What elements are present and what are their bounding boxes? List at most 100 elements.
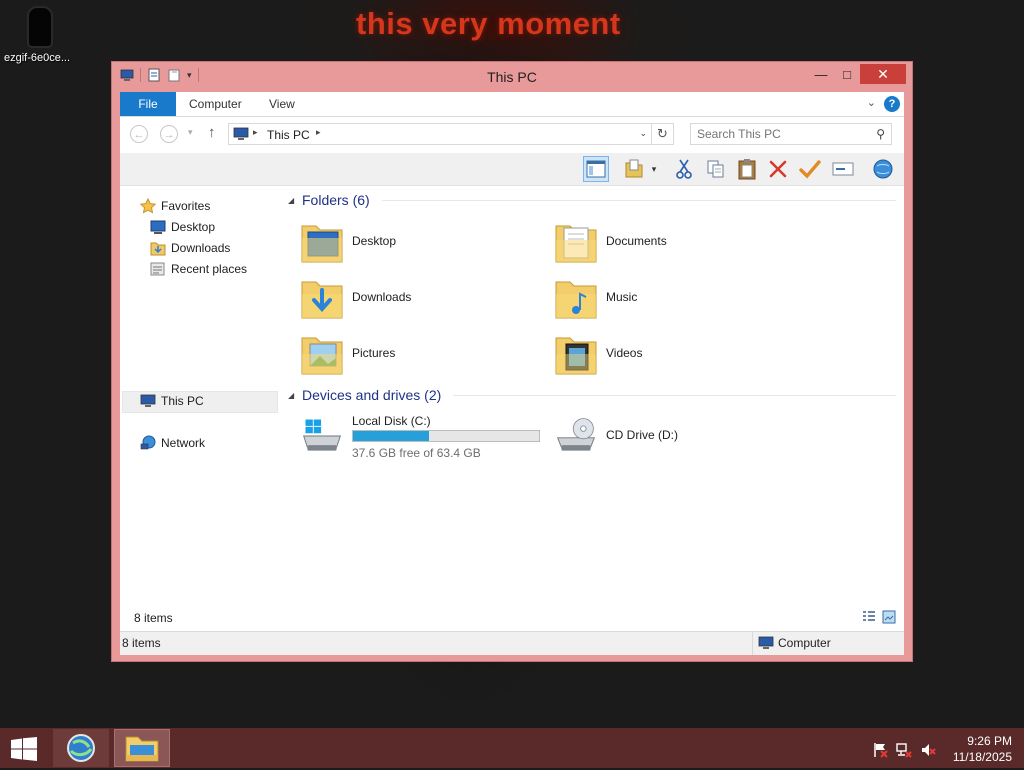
nav-downloads[interactable]: Downloads <box>150 238 230 258</box>
nav-favorites-label: Favorites <box>161 199 211 213</box>
large-icons-view-icon[interactable] <box>882 610 896 624</box>
help-icon[interactable]: ? <box>884 96 900 112</box>
folder-tile-pictures[interactable]: Pictures <box>300 330 550 382</box>
content-area: ◢ Folders (6) Desktop Documents Download… <box>288 186 896 626</box>
scissors-icon <box>676 159 692 179</box>
close-button[interactable]: ✕ <box>860 64 906 84</box>
address-bar[interactable]: ▸ This PC ▸ ⌄ <box>228 123 652 145</box>
network-drive-button[interactable] <box>870 156 896 182</box>
drives-group-label: Devices and drives (2) <box>302 387 442 403</box>
taskbar: 9:26 PM 11/18/2025 <box>0 728 1024 768</box>
folder-options-dropdown-icon[interactable]: ▾ <box>648 156 660 182</box>
up-button[interactable]: ↑ <box>208 124 216 141</box>
start-button[interactable] <box>10 737 38 761</box>
breadcrumb-chevron-icon[interactable]: ▸ <box>316 127 321 138</box>
back-button[interactable]: ← <box>130 125 148 143</box>
nav-favorites[interactable]: Favorites <box>140 196 210 216</box>
downloads-folder-icon <box>150 240 166 256</box>
nav-recent-places[interactable]: Recent places <box>150 259 247 279</box>
search-input[interactable] <box>697 127 867 141</box>
folder-options-button[interactable] <box>622 156 648 182</box>
nav-network-label: Network <box>161 436 206 450</box>
folder-tile-downloads[interactable]: Downloads <box>300 274 550 326</box>
collapse-arrow-icon[interactable]: ◢ <box>288 391 296 400</box>
tab-view[interactable]: View <box>269 92 295 116</box>
copy-icon <box>707 160 724 178</box>
cd-drive-icon <box>556 418 596 451</box>
desktop-icon-label: ezgif-6e0ce... <box>4 52 71 64</box>
network-status-icon[interactable] <box>896 742 912 758</box>
delete-button[interactable] <box>765 156 791 182</box>
rename-button[interactable] <box>830 156 856 182</box>
drive-name: CD Drive (D:) <box>606 428 678 442</box>
desktop-icon-ezgif[interactable]: ezgif-6e0ce... <box>4 8 76 64</box>
recent-places-icon <box>150 261 166 277</box>
folder-tile-music[interactable]: Music <box>554 274 804 326</box>
action-center-flag-icon[interactable] <box>872 742 888 758</box>
folder-name: Downloads <box>352 290 412 304</box>
minimize-button[interactable]: — <box>808 64 834 84</box>
recent-locations-icon[interactable]: ▾ <box>188 127 193 138</box>
system-tray <box>872 742 936 758</box>
volume-muted-icon[interactable] <box>920 742 936 758</box>
taskbar-app-file-explorer[interactable] <box>114 729 170 767</box>
copy-button[interactable] <box>703 156 729 182</box>
clock-date: 11/18/2025 <box>952 750 1012 764</box>
music-folder-icon <box>555 281 597 319</box>
clock[interactable]: 9:26 PM 11/18/2025 <box>953 733 1012 765</box>
pictures-folder-icon <box>301 337 343 375</box>
folders-group-header[interactable]: ◢ Folders (6) <box>288 192 896 208</box>
computer-icon <box>758 636 774 649</box>
downloads-folder-icon <box>301 281 343 319</box>
folder-options-icon <box>625 159 643 178</box>
tab-file[interactable]: File <box>120 92 176 116</box>
details-view-icon[interactable] <box>862 610 876 624</box>
folder-tile-videos[interactable]: Videos <box>554 330 804 382</box>
refresh-button[interactable]: ↻ <box>652 123 674 145</box>
collapse-arrow-icon[interactable]: ◢ <box>288 196 296 205</box>
view-switcher <box>862 610 896 624</box>
drive-tile-local-disk[interactable]: Local Disk (C:) 37.6 GB free of 63.4 GB <box>300 412 550 464</box>
nav-network[interactable]: Network <box>140 433 205 453</box>
breadcrumb-chevron-icon[interactable]: ▸ <box>253 127 258 138</box>
preview-pane-button[interactable] <box>583 156 609 182</box>
nav-this-pc[interactable]: This PC <box>140 391 204 411</box>
window-title: This PC <box>487 69 537 85</box>
window-client: File Computer View ⌄ ? ← → ▾ ↑ ▸ This PC… <box>120 92 904 655</box>
documents-folder-icon <box>555 225 597 263</box>
desktop-folder-icon <box>301 225 343 263</box>
taskbar-app-browser[interactable] <box>53 729 109 767</box>
paste-button[interactable] <box>734 156 760 182</box>
cut-button[interactable] <box>671 156 697 182</box>
address-dropdown-icon[interactable]: ⌄ <box>639 128 647 139</box>
tab-computer[interactable]: Computer <box>189 92 242 116</box>
delete-icon <box>769 160 787 178</box>
folder-tile-desktop[interactable]: Desktop <box>300 218 550 270</box>
window-controls: — □ ✕ <box>808 64 906 84</box>
drive-tile-cd[interactable]: CD Drive (D:) <box>554 412 804 464</box>
item-count: 8 items <box>134 611 173 625</box>
breadcrumb-this-pc[interactable]: This PC <box>267 128 310 142</box>
title-bar[interactable]: ▾ This PC — □ ✕ <box>112 62 912 92</box>
nav-desktop[interactable]: Desktop <box>150 217 215 237</box>
videos-folder-icon <box>555 337 597 375</box>
nav-downloads-label: Downloads <box>171 241 231 255</box>
forward-button[interactable]: → <box>160 125 178 143</box>
search-icon[interactable]: ⚲ <box>876 127 885 141</box>
status-item-count: 8 items <box>122 636 161 650</box>
select-button[interactable] <box>797 156 823 182</box>
search-box[interactable]: ⚲ <box>690 123 892 145</box>
command-toolbar: ▾ <box>120 153 904 186</box>
desktop-icon <box>150 219 166 235</box>
explorer-window: ▾ This PC — □ ✕ File Computer View ⌄ ? ←… <box>112 62 912 661</box>
computer-icon <box>140 393 156 409</box>
drives-group-header[interactable]: ◢ Devices and drives (2) <box>288 387 896 403</box>
navigation-pane: Favorites Desktop Downloads Recent place… <box>120 186 280 626</box>
folder-name: Videos <box>606 346 643 360</box>
paste-icon <box>738 159 756 180</box>
maximize-button[interactable]: □ <box>834 64 860 84</box>
folder-tile-documents[interactable]: Documents <box>554 218 804 270</box>
ribbon-expand-icon[interactable]: ⌄ <box>867 96 876 109</box>
ribbon-tabs: File Computer View ⌄ ? <box>120 92 904 117</box>
nav-this-pc-label: This PC <box>161 394 204 408</box>
